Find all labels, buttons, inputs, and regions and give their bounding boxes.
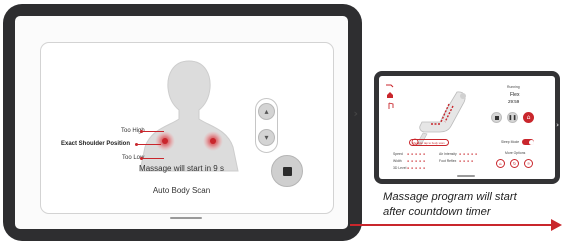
setting-speed-level: ● ● ● ● ● — [407, 152, 426, 156]
setting-speed-label: Speed — [393, 152, 403, 156]
option-button-1[interactable]: ⌂ — [496, 159, 505, 168]
stop-icon — [494, 115, 499, 120]
pause-button[interactable]: ❚❚ — [507, 112, 518, 123]
shoulder-tap-pill[interactable]: Shoulder tap to body scan — [409, 139, 449, 146]
transition-arrow-icon — [350, 219, 562, 231]
setting-width-label: Width — [393, 159, 402, 163]
home-indicator-small — [457, 175, 475, 177]
next-page-chevron-icon[interactable]: › — [353, 107, 358, 120]
setting-foot-label: Foot Reflex — [439, 159, 457, 163]
running-preview-tablet: Running Flex 29:59 ❚❚ ⌂ Shoulder tap to … — [374, 71, 560, 184]
running-timer: 29:59 — [508, 99, 520, 104]
option-button-2[interactable]: ↻ — [510, 159, 519, 168]
countdown-message: Massage will start in 9 s — [139, 164, 224, 173]
chevron-down-icon: ▾ — [264, 133, 269, 142]
running-program: Flex — [510, 92, 520, 98]
setting-3d-level: ● ● ● ● ● — [407, 166, 426, 170]
setting-width-level: ● ● ● ● ● — [407, 159, 426, 163]
setting-3d-label: 3D Level — [393, 166, 407, 170]
setting-foot-level: ● ● ● ● — [459, 159, 474, 163]
exact-position-label: Exact Shoulder Position — [61, 141, 131, 147]
running-screen: Running Flex 29:59 ❚❚ ⌂ Shoulder tap to … — [379, 76, 555, 179]
main-screen: Too High Exact Shoulder Position Too Low… — [15, 16, 348, 229]
setting-air-level: ● ● ● ● ● — [459, 152, 478, 156]
option-button-3[interactable]: ☼ — [524, 159, 533, 168]
sleep-mode-label: Sleep Mode — [501, 140, 520, 144]
home-icon: ⌂ — [526, 114, 531, 121]
chevron-up-icon: ▴ — [264, 107, 269, 116]
too-low-line — [142, 158, 164, 159]
next-page-chevron-icon-small[interactable]: › — [556, 121, 559, 129]
setting-air-label: Air Intensity — [439, 152, 457, 156]
move-up-button[interactable]: ▴ — [258, 103, 275, 120]
sleep-mode-toggle[interactable] — [522, 139, 534, 145]
home-indicator — [170, 217, 202, 219]
exact-position-line — [137, 144, 161, 145]
mode-label: Auto Body Scan — [152, 186, 211, 195]
too-high-line — [142, 131, 164, 132]
side-menu-icons — [386, 84, 394, 109]
massage-chair-illustration — [411, 91, 466, 146]
pause-icon: ❚❚ — [508, 114, 517, 121]
more-options-label: More Options — [505, 151, 526, 155]
caption-line-1: Massage program will start — [383, 191, 517, 203]
stop-button-small[interactable] — [491, 112, 502, 123]
home-button[interactable]: ⌂ — [523, 112, 534, 123]
main-tablet: Too High Exact Shoulder Position Too Low… — [3, 4, 362, 241]
move-down-button[interactable]: ▾ — [258, 129, 275, 146]
running-status: Running — [507, 85, 520, 89]
